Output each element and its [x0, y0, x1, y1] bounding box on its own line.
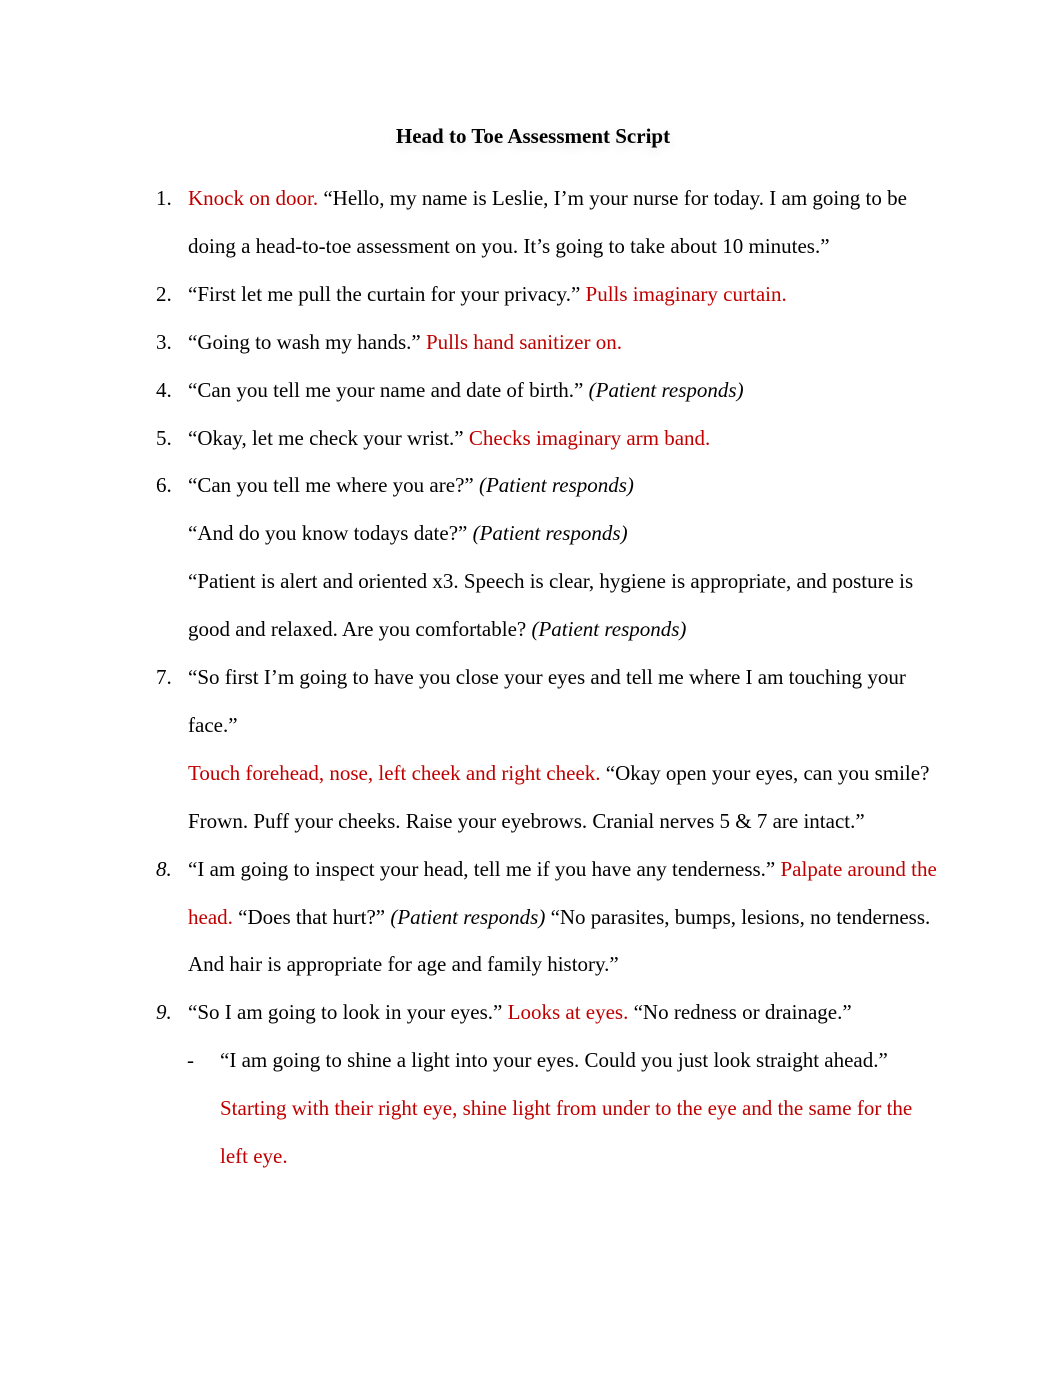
- list-item-line: “Patient is alert and oriented x3. Speec…: [188, 567, 913, 595]
- spoken-script-text: “Hello, my name is Leslie, I’m your nurs…: [318, 186, 907, 210]
- document-page: Head to Toe Assessment Script 1. Knock on…: [0, 0, 1062, 1377]
- sub-item-line: “I am going to shine a light into your e…: [220, 1046, 888, 1074]
- action-instruction: left eye.: [220, 1144, 288, 1168]
- list-item-number: 7.: [156, 665, 172, 689]
- list-item-line: “First let me pull the curtain for your …: [188, 280, 787, 308]
- spoken-script-text: “So first I’m going to have you close yo…: [188, 665, 906, 689]
- spoken-script-text: “No parasites, bumps, lesions, no tender…: [545, 905, 931, 929]
- spoken-script-text: “Can you tell me where you are?”: [188, 473, 479, 497]
- document-title: Head to Toe Assessment Script: [395, 124, 671, 148]
- action-instruction: head.: [188, 905, 233, 929]
- list-item-line: “Going to wash my hands.” Pulls hand san…: [188, 328, 622, 356]
- list-item-number: 8.: [156, 857, 172, 881]
- action-instruction: Pulls hand sanitizer on.: [425, 330, 622, 354]
- list-item-line: Touch forehead, nose, left cheek and rig…: [188, 759, 929, 787]
- list-item-number: 1.: [156, 186, 172, 210]
- action-instruction: Checks imaginary arm band.: [468, 426, 711, 450]
- list-item-line: “So I am going to look in your eyes.” Lo…: [188, 998, 852, 1026]
- list-item-number: 2.: [156, 282, 172, 306]
- patient-response-note: (Patient responds): [588, 378, 744, 402]
- list-item-line: “I am going to inspect your head, tell m…: [188, 855, 937, 883]
- list-item-number: 9.: [156, 1000, 172, 1024]
- list-item-line: “Can you tell me where you are?” (Patien…: [188, 471, 634, 499]
- spoken-script-text: doing a head-to-toe assessment on you. I…: [188, 234, 830, 258]
- list-item-line: Frown. Puff your cheeks. Raise your eyeb…: [188, 807, 865, 835]
- spoken-script-text: “And do you know todays date?”: [188, 521, 473, 545]
- list-item-line: “So first I’m going to have you close yo…: [188, 663, 906, 691]
- spoken-script-text: “First let me pull the curtain for your …: [188, 282, 586, 306]
- spoken-script-text: face.”: [188, 713, 238, 737]
- sub-item-line: left eye.: [220, 1142, 288, 1170]
- spoken-script-text: “So I am going to look in your eyes.”: [188, 1000, 508, 1024]
- list-item-number: 4.: [156, 378, 172, 402]
- spoken-script-text: And hair is appropriate for age and fami…: [188, 952, 619, 976]
- spoken-script-text: “Can you tell me your name and date of b…: [188, 378, 589, 402]
- spoken-script-text: “Going to wash my hands.”: [188, 330, 426, 354]
- list-item-number: 5.: [156, 426, 172, 450]
- list-item-line: good and relaxed. Are you comfortable? (…: [188, 615, 686, 643]
- sub-item-line: Starting with their right eye, shine lig…: [220, 1094, 912, 1122]
- action-instruction: Palpate around the: [780, 857, 937, 881]
- action-instruction: Knock on door.: [188, 186, 319, 210]
- list-item-number: 3.: [156, 330, 172, 354]
- patient-response-note: (Patient responds): [472, 521, 628, 545]
- list-item-line: Knock on door. “Hello, my name is Leslie…: [188, 184, 907, 212]
- patient-response-note: (Patient responds): [531, 617, 687, 641]
- list-item-line: head. “Does that hurt?” (Patient respond…: [188, 903, 930, 931]
- list-item-line: doing a head-to-toe assessment on you. I…: [188, 232, 830, 260]
- spoken-script-text: “Okay, let me check your wrist.”: [188, 426, 469, 450]
- list-item-line: “And do you know todays date?” (Patient …: [188, 519, 628, 547]
- spoken-script-text: “Okay open your eyes, can you smile?: [600, 761, 930, 785]
- list-item-line: face.”: [188, 711, 238, 739]
- spoken-script-text: “I am going to inspect your head, tell m…: [188, 857, 781, 881]
- spoken-script-text: good and relaxed. Are you comfortable?: [188, 617, 532, 641]
- action-instruction: Starting with their right eye, shine lig…: [220, 1096, 913, 1120]
- sub-item-bullet: -: [187, 1048, 194, 1072]
- spoken-script-text: Frown. Puff your cheeks. Raise your eyeb…: [188, 809, 865, 833]
- action-instruction: Looks at eyes.: [507, 1000, 629, 1024]
- list-item-line: “Okay, let me check your wrist.” Checks …: [188, 424, 710, 452]
- action-instruction: Pulls imaginary curtain.: [585, 282, 787, 306]
- list-item-number: 6.: [156, 473, 172, 497]
- action-instruction: Touch forehead, nose, left cheek and rig…: [188, 761, 601, 785]
- list-item-line: “Can you tell me your name and date of b…: [188, 376, 744, 404]
- patient-response-note: (Patient responds): [478, 473, 634, 497]
- list-item-line: And hair is appropriate for age and fami…: [188, 950, 619, 978]
- patient-response-note: (Patient responds): [390, 905, 546, 929]
- spoken-script-text: “Patient is alert and oriented x3. Speec…: [188, 569, 914, 593]
- spoken-script-text: “No redness or drainage.”: [628, 1000, 852, 1024]
- spoken-script-text: “I am going to shine a light into your e…: [220, 1048, 888, 1072]
- spoken-script-text: “Does that hurt?”: [232, 905, 391, 929]
